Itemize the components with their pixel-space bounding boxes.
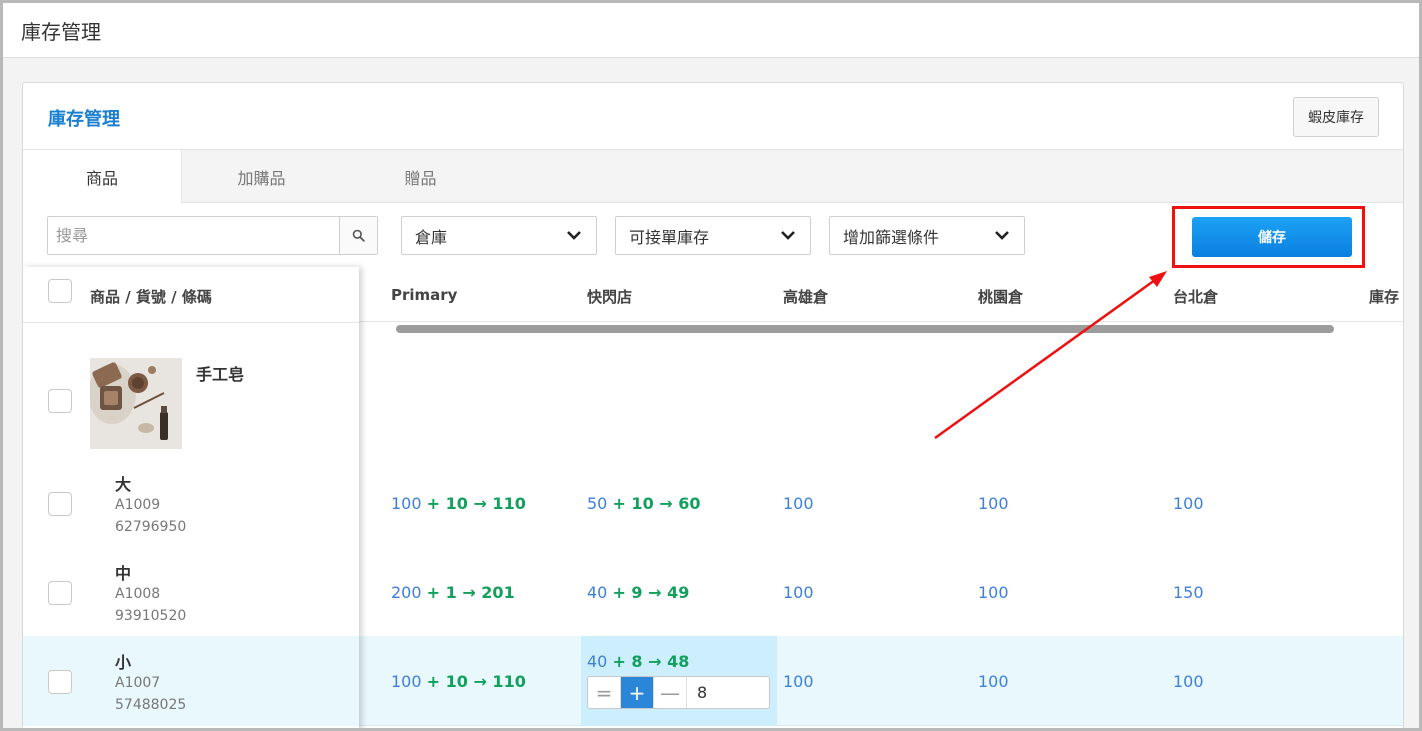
add-filter-dropdown-label: 增加篩選條件 [843,227,940,247]
save-button[interactable]: 儲存 [1192,217,1352,257]
chevron-down-icon [567,231,581,240]
shopee-stock-button[interactable]: 蝦皮庫存 [1293,97,1379,137]
column-header-stock: 庫存 [1369,288,1400,306]
variant-barcode-large: 62796950 [115,519,187,535]
variant-checkbox-medium[interactable] [48,581,72,605]
variant-checkbox-small[interactable] [48,670,72,694]
chevron-down-icon [995,231,1009,240]
cell-taoyuan-large[interactable]: 100 [978,494,1009,513]
column-header-flash-store: 快閃店 [587,288,633,306]
variant-barcode-small: 57488025 [115,697,187,713]
cell-primary-large[interactable]: 100 + 10 → 110 [391,494,526,513]
add-mode-button[interactable]: + [621,677,654,708]
inventory-card: 庫存管理 蝦皮庫存 商品 加購品 贈品 倉庫 可接單庫存 [22,82,1404,728]
select-all-checkbox[interactable] [48,279,72,303]
header-divider [23,322,359,323]
variant-barcode-medium: 93910520 [115,608,187,624]
cell-kaohsiung-small[interactable]: 100 [783,672,814,691]
variant-sku-large: A1009 [115,497,161,513]
chevron-down-icon [781,231,795,240]
variant-name-medium: 中 [115,564,132,583]
tab-gifts[interactable]: 贈品 [341,150,500,203]
stock-type-dropdown-label: 可接單庫存 [629,227,710,247]
quantity-stepper: = + — [587,676,770,709]
column-header-product: 商品 / 貨號 / 條碼 [90,288,212,306]
horizontal-scrollbar[interactable] [396,325,1334,333]
subtract-mode-button[interactable]: — [654,677,687,708]
column-header-primary: Primary [391,286,458,304]
variant-sku-small: A1007 [115,675,161,691]
app-window: 庫存管理 庫存管理 蝦皮庫存 商品 加購品 贈品 倉庫 可接單庫存 [0,0,1422,731]
cell-primary-medium[interactable]: 200 + 1 → 201 [391,583,515,602]
variant-sku-medium: A1008 [115,586,161,602]
cell-flash-medium[interactable]: 40 + 9 → 49 [587,583,689,602]
tab-bar: 商品 加購品 贈品 [23,150,1403,204]
cell-taipei-medium[interactable]: 150 [1173,583,1204,602]
cell-taoyuan-medium[interactable]: 100 [978,583,1009,602]
cell-taoyuan-small[interactable]: 100 [978,672,1009,691]
top-bar: 庫存管理 [3,3,1419,58]
card-header: 庫存管理 蝦皮庫存 [23,83,1403,150]
editor-preview: 40 + 8 → 48 [587,652,690,671]
cell-taipei-large[interactable]: 100 [1173,494,1204,513]
search-box [47,216,378,255]
card-title: 庫存管理 [48,109,120,130]
cell-taipei-small[interactable]: 100 [1173,672,1204,691]
warehouse-dropdown[interactable]: 倉庫 [401,216,597,255]
product-name: 手工皂 [196,365,245,384]
quantity-input[interactable] [687,677,769,708]
stock-inline-editor: 40 + 8 → 48 = + — [581,636,777,726]
add-filter-dropdown[interactable]: 增加篩選條件 [829,216,1025,255]
tab-products[interactable]: 商品 [23,150,182,204]
variant-name-small: 小 [115,653,132,672]
column-header-taipei: 台北倉 [1173,288,1219,306]
cell-flash-large[interactable]: 50 + 10 → 60 [587,494,701,513]
product-thumbnail [90,358,182,449]
product-checkbox[interactable] [48,389,72,413]
cell-primary-small[interactable]: 100 + 10 → 110 [391,672,526,691]
cell-kaohsiung-large[interactable]: 100 [783,494,814,513]
page-title: 庫存管理 [21,20,101,44]
warehouse-dropdown-label: 倉庫 [415,227,448,247]
stock-type-dropdown[interactable]: 可接單庫存 [615,216,811,255]
column-header-taoyuan: 桃園倉 [978,288,1024,306]
set-mode-button[interactable]: = [588,677,621,708]
variant-name-large: 大 [115,475,132,494]
search-icon [352,229,365,242]
left-row-highlight [23,636,359,726]
search-input[interactable] [48,217,340,254]
tab-addon-items[interactable]: 加購品 [182,150,341,203]
search-button[interactable] [339,217,377,254]
variant-checkbox-large[interactable] [48,492,72,516]
column-header-kaohsiung: 高雄倉 [783,288,829,306]
cell-kaohsiung-medium[interactable]: 100 [783,583,814,602]
